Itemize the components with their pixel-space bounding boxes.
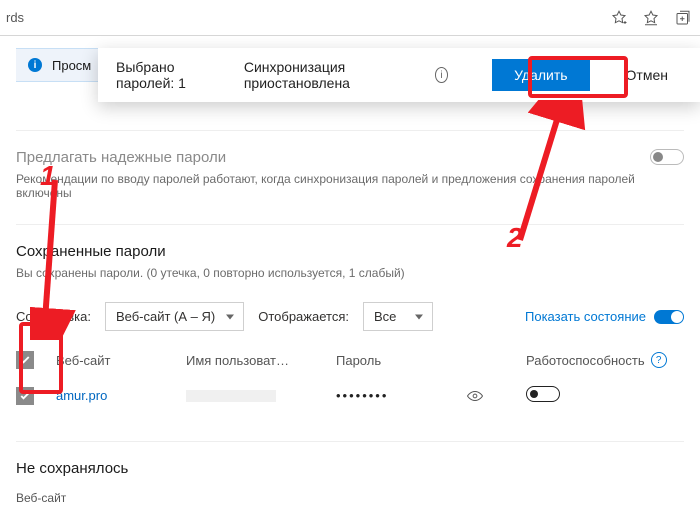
saved-subtitle: Вы сохранены пароли. (0 утечка, 0 повтор…	[16, 266, 684, 280]
table-header-row: Веб-сайт Имя пользоват… Пароль Работоспо…	[16, 343, 684, 378]
sort-label: Сортировка:	[16, 309, 91, 324]
col-site: Веб-сайт	[56, 353, 186, 368]
select-all-checkbox[interactable]	[16, 351, 34, 369]
show-health-label: Показать состояние	[525, 309, 646, 324]
suggest-toggle[interactable]	[650, 149, 684, 165]
notice-text: Просм	[52, 58, 91, 73]
col-user: Имя пользоват…	[186, 353, 336, 368]
sync-status: Синхронизация приостановлена	[244, 59, 413, 91]
selection-toolbar: Выбрано паролей: 1 Синхронизация приоста…	[98, 48, 700, 102]
never-site-col: Веб-сайт	[16, 491, 684, 505]
reveal-password-icon[interactable]	[466, 387, 484, 405]
display-dropdown[interactable]: Все	[363, 302, 433, 331]
favorites-icon[interactable]	[642, 9, 660, 27]
col-password: Пароль	[336, 353, 466, 368]
username-hidden	[186, 390, 276, 402]
suggest-title: Предлагать надежные пароли	[16, 149, 650, 166]
collections-icon[interactable]	[674, 9, 692, 27]
help-icon[interactable]: ?	[651, 352, 667, 368]
cancel-button[interactable]: Отмен	[612, 59, 682, 91]
address-bar-url[interactable]: rds	[0, 10, 610, 25]
suggest-subtitle: Рекомендации по вводу паролей работают, …	[16, 172, 650, 200]
saved-title: Сохраненные пароли	[16, 243, 684, 260]
display-label: Отображается:	[258, 309, 349, 324]
never-saved-title: Не сохранялось	[16, 460, 684, 477]
site-link[interactable]: amur.pro	[56, 388, 186, 403]
info-outline-icon[interactable]: i	[435, 67, 448, 83]
delete-button[interactable]: Удалить	[492, 59, 589, 91]
col-health: Работоспособность	[526, 353, 645, 368]
health-toggle[interactable]	[654, 310, 684, 324]
health-badge	[526, 386, 560, 402]
table-row: amur.pro ••••••••	[16, 378, 684, 413]
password-mask: ••••••••	[336, 388, 466, 403]
sort-dropdown[interactable]: Веб-сайт (А – Я)	[105, 302, 244, 331]
info-icon: i	[28, 58, 42, 72]
selection-count: Выбрано паролей: 1	[116, 59, 222, 91]
row-checkbox[interactable]	[16, 387, 34, 405]
add-favorite-icon[interactable]	[610, 9, 628, 27]
